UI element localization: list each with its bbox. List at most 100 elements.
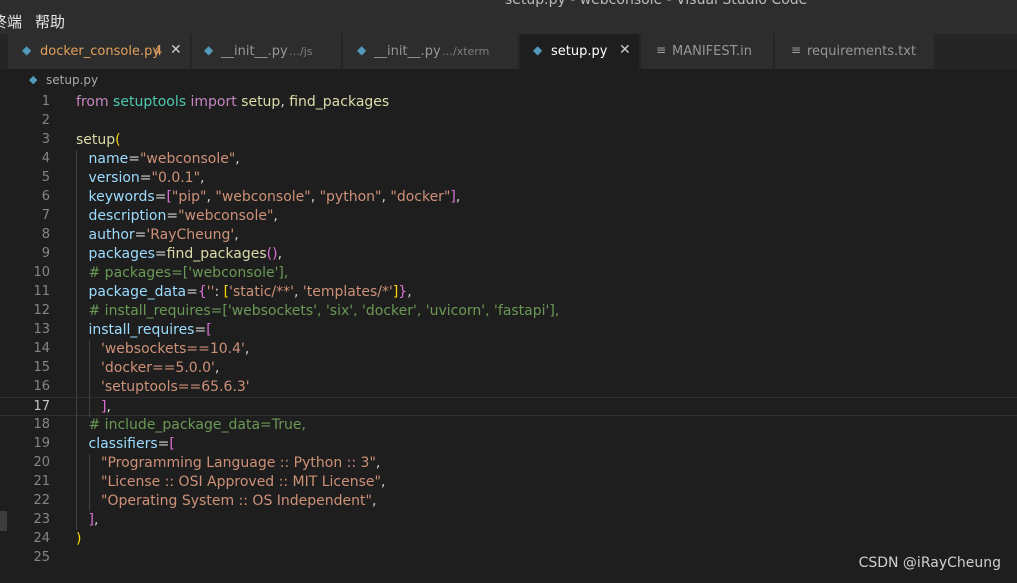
- code-line[interactable]: 18 # include_package_data=True,: [0, 416, 1017, 435]
- code-token: ,: [407, 284, 412, 300]
- code-token: install_requires: [88, 322, 195, 338]
- tab-setup-py[interactable]: ◆ setup.py ✕: [520, 34, 640, 69]
- code-line[interactable]: 12 # install_requires=['websockets', 'six…: [0, 302, 1017, 321]
- text-file-icon: ≡: [791, 43, 802, 57]
- sash-handle[interactable]: [0, 511, 7, 531]
- python-icon: ◆: [533, 43, 543, 57]
- code-token: "Programming Language :: Python :: 3": [101, 455, 376, 471]
- tab-docker-console[interactable]: ◆ docker_console.py 4 ✕: [8, 34, 191, 69]
- code-token: ,: [455, 189, 461, 205]
- indent-guide: [88, 454, 90, 473]
- tab-label: requirements.txt: [807, 44, 917, 59]
- code-token: "docker": [390, 189, 451, 205]
- code-text: from setuptools import setup, find_packa…: [76, 93, 389, 112]
- line-number: 13: [33, 322, 50, 337]
- code-token: packages: [88, 246, 155, 262]
- indent-guide: [76, 283, 77, 302]
- line-number: 21: [33, 474, 50, 489]
- code-text: install_requires=[: [89, 321, 212, 340]
- python-icon: ◆: [29, 73, 38, 86]
- code-token: ,: [380, 474, 386, 490]
- code-text: 'websockets==10.4',: [101, 340, 249, 359]
- menu-item-help[interactable]: 帮助: [35, 11, 65, 32]
- breadcrumb-file[interactable]: setup.py: [46, 73, 98, 87]
- tab-init-xterm[interactable]: ◆ __init__.py …/xterm: [343, 34, 519, 69]
- code-text: "License :: OSI Approved :: MIT License"…: [101, 473, 385, 492]
- line-number: 20: [33, 455, 50, 470]
- code-text: author='RayCheung',: [89, 226, 239, 245]
- code-line[interactable]: 21 "License :: OSI Approved :: MIT Licens…: [0, 473, 1017, 492]
- code-line[interactable]: 10 # packages=['webconsole'],: [0, 264, 1017, 283]
- code-line[interactable]: 3 setup(: [0, 131, 1017, 150]
- code-line[interactable]: 16 'setuptools==65.6.3': [0, 378, 1017, 397]
- code-text: setup(: [76, 131, 121, 150]
- close-icon[interactable]: ✕: [619, 42, 631, 58]
- code-line[interactable]: 9 packages=find_packages(),: [0, 245, 1017, 264]
- code-token: ,: [200, 170, 205, 186]
- code-token: "0.0.1": [151, 170, 201, 186]
- code-line[interactable]: 5 version="0.0.1",: [0, 169, 1017, 188]
- tab-label: MANIFEST.in: [672, 44, 752, 59]
- code-line[interactable]: 8 author='RayCheung',: [0, 226, 1017, 245]
- code-token: =: [186, 284, 198, 300]
- code-token: ,: [375, 455, 381, 471]
- code-token: "License :: OSI Approved :: MIT License": [101, 474, 381, 490]
- code-line[interactable]: 6 keywords=["pip", "webconsole", "python"…: [0, 188, 1017, 207]
- code-line[interactable]: 1 from setuptools import setup, find_pack…: [0, 93, 1017, 112]
- close-icon[interactable]: ✕: [170, 42, 182, 58]
- code-text: ): [76, 530, 81, 549]
- code-line[interactable]: 14 'websockets==10.4',: [0, 340, 1017, 359]
- indent-guide: [76, 454, 77, 473]
- code-token: ,: [273, 208, 278, 224]
- line-number: 18: [33, 417, 50, 432]
- code-line[interactable]: 7 description="webconsole",: [0, 207, 1017, 226]
- code-line[interactable]: 11 package_data={'': ['static/**', 'templ…: [0, 283, 1017, 302]
- indent-guide: [76, 492, 77, 511]
- code-token: 'templates/*': [302, 284, 393, 300]
- indent-guide: [76, 340, 77, 359]
- code-token: }: [398, 284, 408, 300]
- text-file-icon: ≡: [656, 43, 667, 57]
- code-token: =: [194, 322, 207, 338]
- indent-guide: [76, 302, 77, 321]
- code-line[interactable]: 22 "Operating System :: OS Independent",: [0, 492, 1017, 511]
- line-number: 19: [33, 436, 50, 451]
- line-number: 15: [33, 360, 50, 375]
- tab-init-js[interactable]: ◆ __init__.py …/js: [192, 34, 342, 69]
- code-text: name="webconsole",: [89, 150, 240, 169]
- code-line[interactable]: 2: [0, 112, 1017, 131]
- code-token: [: [206, 322, 212, 338]
- code-token: # install_requires=['websockets', 'six',…: [88, 303, 560, 319]
- indent-guide: [88, 492, 90, 511]
- code-line[interactable]: 19 classifiers=[: [0, 435, 1017, 454]
- menu-item-terminal[interactable]: 终端: [0, 11, 22, 32]
- code-line[interactable]: 17],: [0, 397, 1017, 417]
- tab-requirements[interactable]: ≡ requirements.txt: [775, 34, 935, 69]
- problem-count-badge: 4: [154, 44, 163, 59]
- indent-guide: [88, 398, 90, 417]
- menu-bar: setup.py - webconsole - Visual Studio Co…: [0, 0, 1017, 34]
- code-line[interactable]: 24): [0, 530, 1017, 549]
- code-text: "Programming Language :: Python :: 3",: [101, 454, 380, 473]
- code-token: "python": [319, 189, 382, 205]
- indent-guide: [76, 207, 77, 226]
- code-token: "pip": [171, 189, 207, 205]
- code-line[interactable]: 4 name="webconsole",: [0, 150, 1017, 169]
- code-token: setup: [241, 94, 281, 110]
- code-token: {: [197, 284, 207, 300]
- code-token: ,: [106, 399, 111, 415]
- code-line[interactable]: 23],: [0, 511, 1017, 530]
- code-token: =: [166, 208, 179, 224]
- code-token: =: [154, 246, 167, 262]
- tab-label: __init__.py: [221, 44, 288, 59]
- code-line[interactable]: 20 "Programming Language :: Python :: 3",: [0, 454, 1017, 473]
- code-token: description: [88, 208, 167, 224]
- code-token: "webconsole": [139, 151, 236, 167]
- code-text: ],: [89, 511, 99, 530]
- code-line[interactable]: 15 'docker==5.0.0',: [0, 359, 1017, 378]
- tab-manifest[interactable]: ≡ MANIFEST.in: [641, 34, 774, 69]
- indent-guide: [76, 188, 77, 207]
- code-line[interactable]: 13 install_requires=[: [0, 321, 1017, 340]
- code-editor[interactable]: 1 from setuptools import setup, find_pack…: [0, 91, 1017, 583]
- code-token: "webconsole": [178, 208, 274, 224]
